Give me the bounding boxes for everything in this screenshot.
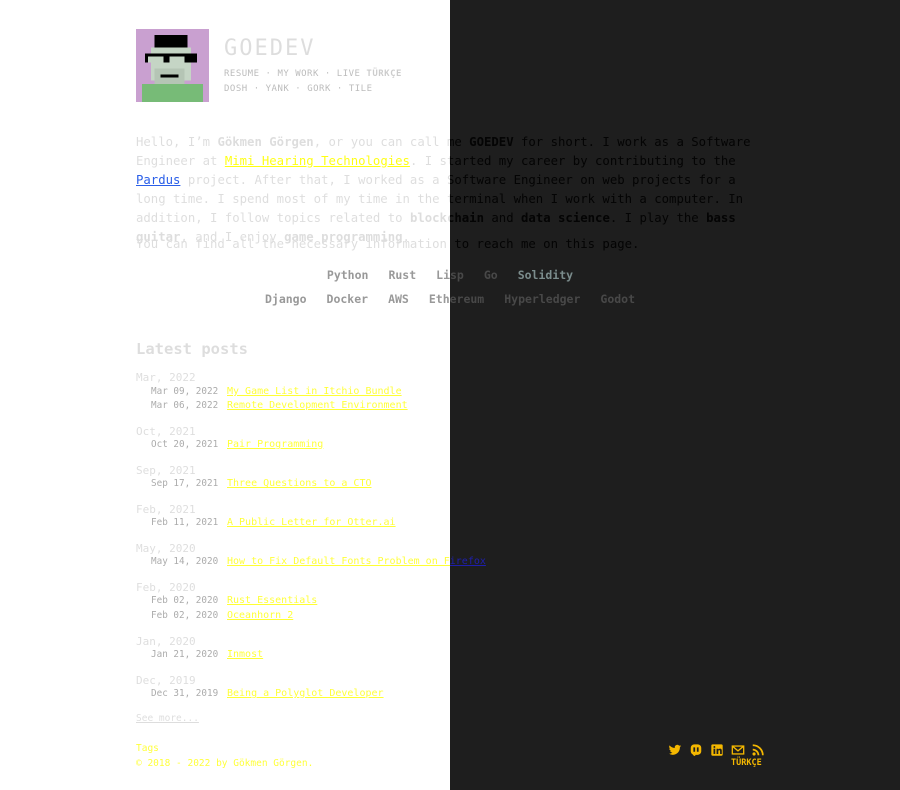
skills-row-languages: Python Rust Lisp Go Solidity bbox=[0, 268, 900, 282]
post-month: Jan, 2020 bbox=[136, 635, 196, 648]
footer-language-link[interactable]: TÜRKÇE bbox=[731, 758, 762, 768]
site-title[interactable]: GOEDEV bbox=[224, 36, 315, 61]
copyright: © 2018 - 2022 by Gökmen Görgen. bbox=[136, 758, 314, 769]
rss-icon[interactable] bbox=[751, 743, 765, 757]
post-link[interactable]: Remote Development Environment bbox=[227, 400, 408, 411]
page-content: GOEDEV RESUME · MY WORK · LIVE TÜRKÇE DOSH · Y… bbox=[0, 0, 900, 790]
nav-dosh[interactable]: DOSH bbox=[224, 84, 248, 94]
post-link[interactable]: Inmost bbox=[227, 649, 263, 660]
post-month: Sep, 2021 bbox=[136, 464, 196, 477]
nav-my-work[interactable]: MY WORK bbox=[277, 69, 318, 79]
intro-paragraph: Hello, I’m Gökmen Görgen, or you can cal… bbox=[136, 135, 751, 244]
skill-go: Go bbox=[483, 268, 498, 282]
post-date: Feb 02, 2020 bbox=[151, 610, 219, 621]
skill-solidity: Solidity bbox=[517, 268, 574, 282]
post-date: Sep 17, 2021 bbox=[151, 478, 219, 489]
mastodon-icon[interactable] bbox=[689, 743, 703, 757]
skill-django: Django bbox=[264, 292, 307, 306]
nav-turkce[interactable]: TÜRKÇE bbox=[366, 69, 402, 79]
post-month: Oct, 2021 bbox=[136, 425, 196, 438]
tags-link[interactable]: Tags bbox=[136, 743, 159, 754]
nav-tile[interactable]: TILE bbox=[349, 84, 373, 94]
contact-line: You can find all the necessary informati… bbox=[136, 237, 640, 251]
email-icon[interactable] bbox=[731, 743, 745, 757]
post-link[interactable]: How to Fix Default Fonts Problem on Fire… bbox=[227, 556, 486, 567]
posts-title: Latest posts bbox=[136, 340, 248, 358]
post-month: Dec, 2019 bbox=[136, 674, 196, 687]
post-link[interactable]: Oceanhorn 2 bbox=[227, 610, 293, 621]
post-link[interactable]: A Public Letter for Otter.ai bbox=[227, 517, 396, 528]
post-date: Mar 09, 2022 bbox=[151, 386, 219, 397]
nav-row-primary: RESUME · MY WORK · LIVE TÜRKÇE bbox=[224, 69, 402, 79]
post-month: May, 2020 bbox=[136, 542, 196, 555]
nav-row-secondary: DOSH · YANK · GORK · TILE bbox=[224, 84, 373, 94]
skill-godot: Godot bbox=[600, 292, 636, 306]
skill-aws: AWS bbox=[388, 292, 409, 306]
nav-gork[interactable]: GORK bbox=[307, 84, 331, 94]
skill-hyperledger: Hyperledger bbox=[504, 292, 581, 306]
post-date: Dec 31, 2019 bbox=[151, 688, 219, 699]
post-month: Mar, 2022 bbox=[136, 371, 196, 384]
post-date: Feb 11, 2021 bbox=[151, 517, 219, 528]
post-date: May 14, 2020 bbox=[151, 556, 219, 567]
post-link[interactable]: Being a Polyglot Developer bbox=[227, 688, 384, 699]
post-link[interactable]: Rust Essentials bbox=[227, 595, 317, 606]
nav-live[interactable]: LIVE bbox=[337, 69, 361, 79]
skills-row-tools: Django Docker AWS Ethereum Hyperledger Godot bbox=[0, 292, 900, 306]
nav-yank[interactable]: YANK bbox=[266, 84, 290, 94]
post-date: Mar 06, 2022 bbox=[151, 400, 219, 411]
company-link[interactable]: Mimi Hearing Technologies bbox=[225, 154, 410, 168]
post-date: Oct 20, 2021 bbox=[151, 439, 219, 450]
avatar bbox=[136, 29, 209, 102]
post-month: Feb, 2020 bbox=[136, 581, 196, 594]
post-link[interactable]: Three Questions to a CTO bbox=[227, 478, 372, 489]
skill-lisp: Lisp bbox=[436, 268, 464, 282]
post-month: Feb, 2021 bbox=[136, 503, 196, 516]
post-link[interactable]: My Game List in Itchio Bundle bbox=[227, 386, 402, 397]
twitter-icon[interactable] bbox=[668, 743, 682, 757]
post-date: Jan 21, 2020 bbox=[151, 649, 219, 660]
pardus-link[interactable]: Pardus bbox=[136, 173, 180, 187]
skill-ethereum: Ethereum bbox=[428, 292, 485, 306]
skill-rust: Rust bbox=[388, 268, 417, 282]
linkedin-icon[interactable] bbox=[710, 743, 724, 757]
skill-docker: Docker bbox=[326, 292, 369, 306]
nav-resume[interactable]: RESUME bbox=[224, 69, 260, 79]
post-date: Feb 02, 2020 bbox=[151, 595, 219, 606]
skill-python: Python bbox=[326, 268, 369, 282]
post-link[interactable]: Pair Programming bbox=[227, 439, 323, 450]
see-more-link[interactable]: See more... bbox=[136, 713, 199, 724]
